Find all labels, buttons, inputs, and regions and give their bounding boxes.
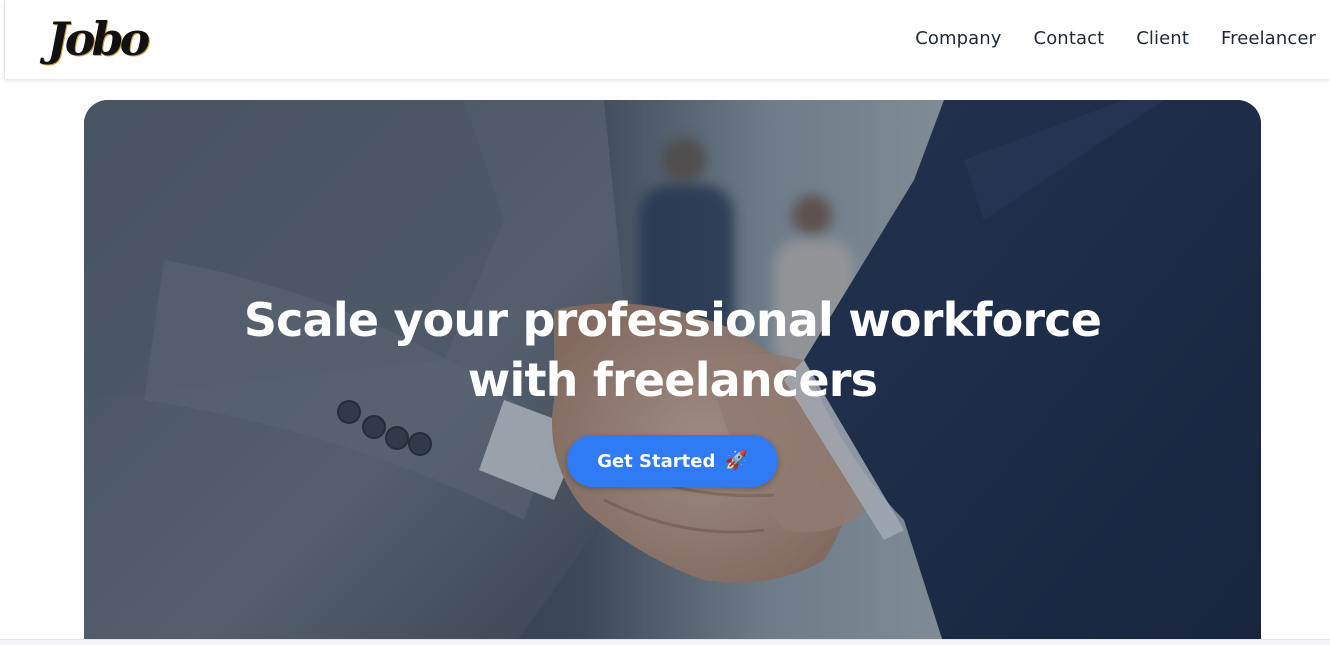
- nav-link-client[interactable]: Client: [1136, 27, 1189, 51]
- nav-link-company[interactable]: Company: [915, 27, 1001, 51]
- get-started-button[interactable]: Get Started 🚀: [567, 435, 778, 487]
- nav-link-contact[interactable]: Contact: [1034, 27, 1105, 51]
- logo-wordmark: Jobo: [47, 12, 150, 66]
- get-started-label: Get Started: [597, 450, 716, 472]
- hero-title-line1: Scale your professional workforce: [243, 293, 1102, 347]
- page-divider: [0, 639, 1330, 645]
- nav-link-freelancer[interactable]: Freelancer: [1221, 27, 1316, 51]
- page: Jobo Company Contact Client Freelancer S…: [0, 0, 1330, 645]
- hero-title-line2: with freelancers: [467, 353, 878, 407]
- main-nav: Company Contact Client Freelancer: [915, 27, 1316, 51]
- logo-link[interactable]: Jobo: [47, 8, 159, 70]
- top-navbar: Jobo Company Contact Client Freelancer: [4, 0, 1330, 79]
- hero-title: Scale your professional workforce with f…: [84, 290, 1261, 410]
- hero-banner: Scale your professional workforce with f…: [84, 100, 1261, 645]
- rocket-icon: 🚀: [725, 450, 748, 471]
